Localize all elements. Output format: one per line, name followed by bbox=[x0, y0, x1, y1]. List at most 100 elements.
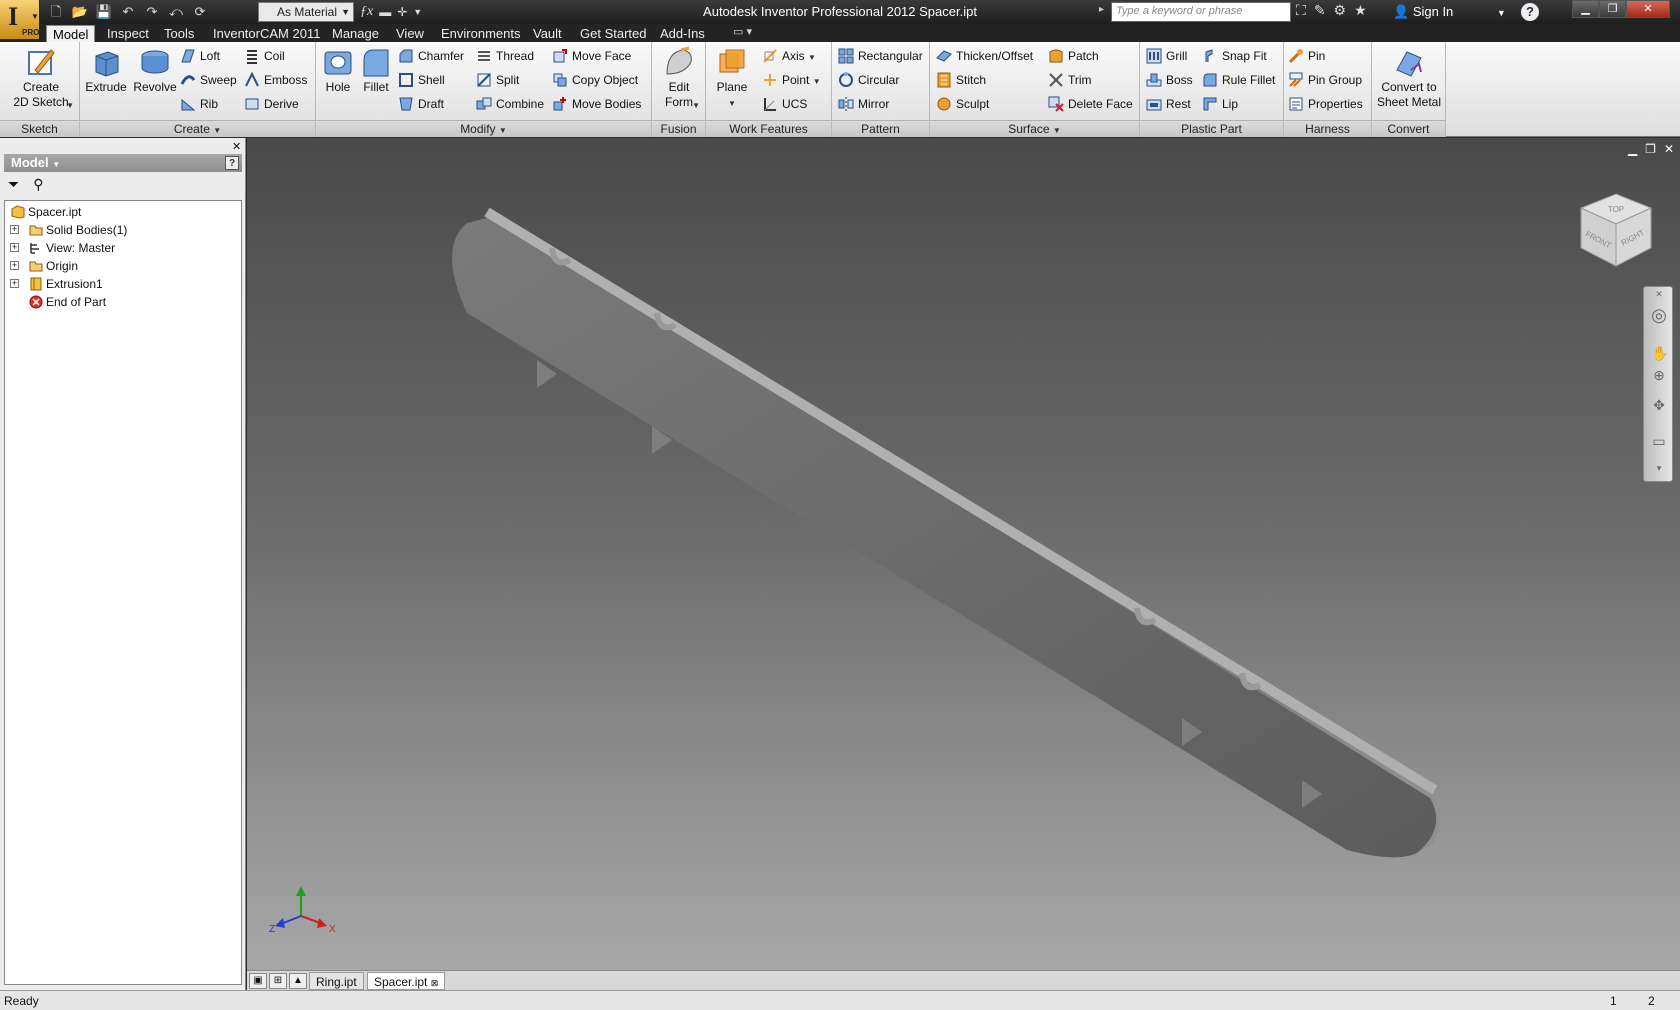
return-icon[interactable]: ⤺ bbox=[166, 3, 186, 21]
document-tab-ring[interactable]: Ring.ipt bbox=[309, 972, 364, 990]
sweep-button[interactable]: Sweep bbox=[180, 70, 237, 90]
fillet-button[interactable]: Fillet bbox=[358, 46, 394, 95]
properties-button[interactable]: Properties bbox=[1288, 94, 1363, 114]
move-icon[interactable]: ✛ bbox=[397, 5, 407, 19]
patch-button[interactable]: Patch bbox=[1048, 46, 1099, 66]
material-select[interactable]: As Material ▼ bbox=[258, 2, 354, 22]
edit-form-button[interactable]: Edit Form ▼ bbox=[658, 46, 700, 110]
graphics-viewport[interactable]: ▁ ❐ ✕ TOP FRONT RIGHT ✕ ◎ ✋ ⊕ ✥ ▭ ▾ X Z bbox=[247, 138, 1680, 970]
plane-button[interactable]: Plane ▼ bbox=[710, 46, 754, 111]
panel-title-modify[interactable]: Modify ▼ bbox=[316, 120, 651, 137]
help-icon[interactable]: ? bbox=[1521, 3, 1539, 21]
search-expand-icon[interactable]: ▸ bbox=[1099, 4, 1104, 15]
close-icon[interactable]: ✕ bbox=[232, 140, 241, 153]
tree-node-end-of-part[interactable]: End of Part bbox=[29, 293, 106, 311]
create-2d-sketch-button[interactable]: Create 2D Sketch ▼ bbox=[6, 46, 76, 110]
circular-pattern-button[interactable]: Circular bbox=[838, 70, 899, 90]
coil-button[interactable]: Coil bbox=[244, 46, 285, 66]
steering-wheel-icon[interactable]: ◎ bbox=[1651, 305, 1667, 326]
orbit-icon[interactable]: ✥ bbox=[1651, 397, 1667, 414]
close-button[interactable]: ✕ bbox=[1626, 0, 1670, 18]
boss-button[interactable]: Boss bbox=[1146, 70, 1193, 90]
chamfer-button[interactable]: Chamfer bbox=[398, 46, 464, 66]
rib-button[interactable]: Rib bbox=[180, 94, 218, 114]
stitch-button[interactable]: Stitch bbox=[936, 70, 986, 90]
tab-view[interactable]: View bbox=[390, 25, 430, 42]
tab-environments[interactable]: Environments bbox=[435, 25, 526, 42]
tab-get-started[interactable]: Get Started bbox=[574, 25, 652, 42]
ucs-button[interactable]: UCS bbox=[762, 94, 807, 114]
update-icon[interactable]: ⟳ bbox=[190, 3, 210, 21]
hole-button[interactable]: Hole bbox=[320, 46, 356, 95]
binoculars-icon[interactable]: ⛶ bbox=[1296, 2, 1306, 19]
lip-button[interactable]: Lip bbox=[1202, 94, 1238, 114]
customize-icon[interactable]: ▼ bbox=[413, 7, 422, 17]
draft-button[interactable]: Draft bbox=[398, 94, 444, 114]
expand-icon[interactable]: + bbox=[10, 279, 19, 288]
tab-extra-icon[interactable]: ▭ ▾ bbox=[733, 25, 752, 38]
viewcube-top-label[interactable]: TOP bbox=[1608, 205, 1624, 214]
trim-button[interactable]: Trim bbox=[1048, 70, 1092, 90]
tab-manage[interactable]: Manage bbox=[326, 25, 385, 42]
tree-node-origin[interactable]: + Origin bbox=[10, 257, 78, 275]
tab-model[interactable]: Model bbox=[46, 25, 96, 42]
customize-icon[interactable]: ▾ bbox=[1651, 463, 1667, 474]
close-icon[interactable]: ✕ bbox=[1651, 289, 1667, 300]
pin-group-button[interactable]: Pin Group bbox=[1288, 70, 1362, 90]
document-list-icon[interactable]: ▲ bbox=[289, 973, 307, 989]
zoom-icon[interactable]: ⊕ bbox=[1651, 367, 1667, 384]
pin-button[interactable]: Pin bbox=[1288, 46, 1325, 66]
tab-add-ins[interactable]: Add-Ins bbox=[654, 25, 711, 42]
save-icon[interactable]: 💾 bbox=[94, 3, 114, 21]
satellite-icon[interactable]: ⚙ bbox=[1334, 2, 1347, 19]
expand-icon[interactable]: + bbox=[10, 243, 19, 252]
undo-icon[interactable]: ↶ bbox=[118, 3, 138, 21]
tree-node-view[interactable]: + View: Master bbox=[10, 239, 115, 257]
tree-node-extrusion[interactable]: + Extrusion1 bbox=[10, 275, 103, 293]
derive-button[interactable]: Derive bbox=[244, 94, 299, 114]
tile-windows-icon[interactable]: ▣ bbox=[249, 973, 267, 989]
tab-vault[interactable]: Vault bbox=[527, 25, 568, 42]
wrench-icon[interactable]: ✎ bbox=[1314, 2, 1326, 19]
star-icon[interactable]: ★ bbox=[1354, 2, 1367, 19]
rest-button[interactable]: Rest bbox=[1146, 94, 1191, 114]
application-menu-button[interactable]: I PRO ▼ bbox=[0, 0, 40, 40]
function-icon[interactable]: ƒx bbox=[360, 4, 373, 20]
new-icon[interactable]: 🗋 bbox=[46, 3, 66, 21]
minimize-button[interactable]: ▁ bbox=[1572, 0, 1599, 18]
measure-icon[interactable]: ▬ bbox=[379, 5, 391, 19]
snap-fit-button[interactable]: Snap Fit bbox=[1202, 46, 1267, 66]
model-front-face[interactable] bbox=[452, 218, 1437, 858]
tab-tools[interactable]: Tools bbox=[158, 25, 200, 42]
cascade-windows-icon[interactable]: ⊞ bbox=[269, 973, 287, 989]
rectangular-pattern-button[interactable]: Rectangular bbox=[838, 46, 923, 66]
revolve-button[interactable]: Revolve bbox=[130, 46, 180, 95]
spacer-model[interactable] bbox=[247, 138, 1680, 970]
thicken-offset-button[interactable]: Thicken/Offset bbox=[936, 46, 1033, 66]
rule-fillet-button[interactable]: Rule Fillet bbox=[1202, 70, 1275, 90]
loft-button[interactable]: Loft bbox=[180, 46, 220, 66]
panel-title-surface[interactable]: Surface ▼ bbox=[930, 120, 1139, 137]
delete-face-button[interactable]: Delete Face bbox=[1048, 94, 1133, 114]
move-bodies-button[interactable]: Move Bodies bbox=[552, 94, 641, 114]
open-icon[interactable]: 📂 bbox=[70, 3, 90, 21]
tab-inventorcam[interactable]: InventorCAM 2011 bbox=[207, 25, 326, 42]
search-input[interactable]: Type a keyword or phrase bbox=[1111, 2, 1291, 22]
split-button[interactable]: Split bbox=[476, 70, 519, 90]
thread-button[interactable]: Thread bbox=[476, 46, 534, 66]
browser-help-icon[interactable]: ? bbox=[225, 156, 239, 170]
combine-button[interactable]: Combine bbox=[476, 94, 544, 114]
expand-icon[interactable]: + bbox=[10, 261, 19, 270]
sculpt-button[interactable]: Sculpt bbox=[936, 94, 989, 114]
panel-title-create[interactable]: Create ▼ bbox=[80, 120, 315, 137]
mirror-button[interactable]: Mirror bbox=[838, 94, 889, 114]
emboss-button[interactable]: Emboss bbox=[244, 70, 307, 90]
document-tab-spacer[interactable]: Spacer.ipt ⊠ bbox=[367, 972, 446, 990]
point-button[interactable]: Point ▼ bbox=[762, 70, 821, 90]
copy-object-button[interactable]: Copy Object bbox=[552, 70, 638, 90]
filter-icon[interactable]: ⏷ bbox=[8, 176, 19, 194]
look-at-icon[interactable]: ▭ bbox=[1651, 433, 1667, 450]
extrude-button[interactable]: Extrude bbox=[84, 46, 128, 95]
pan-icon[interactable]: ✋ bbox=[1651, 345, 1668, 362]
browser-header[interactable]: Model ▼ ? bbox=[4, 154, 242, 172]
